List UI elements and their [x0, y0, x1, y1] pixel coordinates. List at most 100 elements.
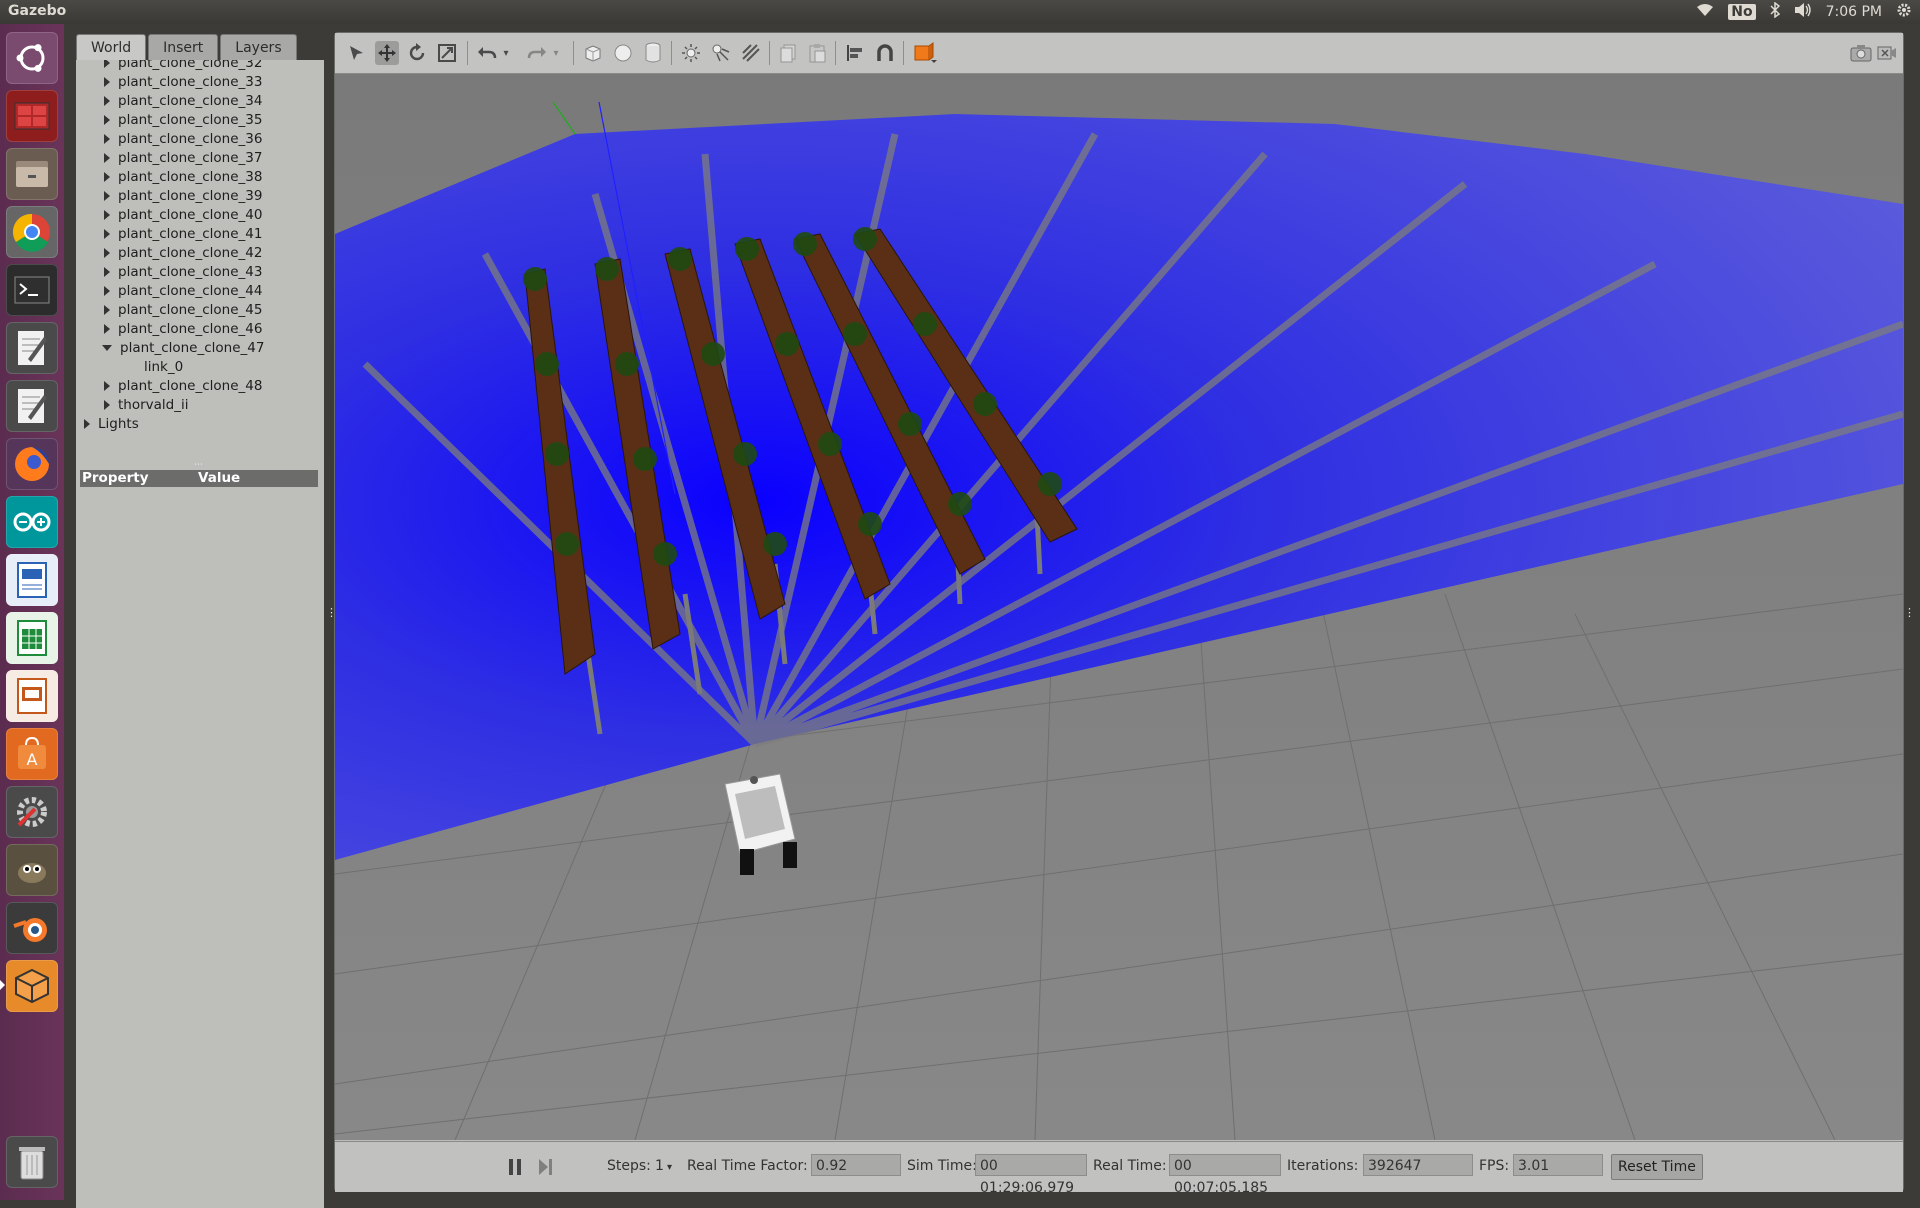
firefox-icon[interactable]	[6, 438, 58, 490]
libreoffice-impress-icon[interactable]	[6, 670, 58, 722]
blender-icon[interactable]	[6, 902, 58, 954]
system-settings-icon[interactable]	[6, 786, 58, 838]
tree-item-thorvald[interactable]: thorvald_ii	[104, 396, 189, 415]
directional-light-icon[interactable]	[739, 41, 763, 65]
splitter-handle[interactable]: ⋯	[194, 461, 203, 470]
bluetooth-icon[interactable]	[1770, 1, 1780, 22]
tree-item-plant-41[interactable]: plant_clone_clone_41	[104, 225, 262, 244]
tree-item-link-0[interactable]: link_0	[144, 358, 183, 377]
terminal-icon[interactable]	[6, 264, 58, 316]
select-arrow-icon[interactable]	[345, 41, 369, 65]
redo-history-icon[interactable]: ▾	[549, 41, 563, 65]
expand-arrow-icon[interactable]	[104, 153, 110, 163]
view-angle-icon[interactable]	[913, 41, 937, 65]
reset-time-button[interactable]: Reset Time	[1611, 1154, 1703, 1180]
paste-icon[interactable]	[805, 41, 829, 65]
tree-item-plant-47[interactable]: plant_clone_clone_47	[102, 339, 264, 358]
expand-arrow-icon[interactable]	[104, 77, 110, 87]
step-forward-icon[interactable]	[533, 1155, 557, 1179]
tree-item-plant-46[interactable]: plant_clone_clone_46	[104, 320, 262, 339]
expand-arrow-icon[interactable]	[104, 191, 110, 201]
redo-icon[interactable]	[525, 41, 549, 65]
tree-item-lights[interactable]: Lights	[84, 415, 139, 434]
files-icon[interactable]	[6, 148, 58, 200]
tree-item-plant-48[interactable]: plant_clone_clone_48	[104, 377, 262, 396]
expand-arrow-icon[interactable]	[104, 210, 110, 220]
tab-world[interactable]: World	[76, 34, 147, 61]
toolbar-separator	[835, 41, 836, 65]
workspace-icon[interactable]	[6, 90, 58, 142]
expand-arrow-icon[interactable]	[104, 134, 110, 144]
sim-time-label: Sim Time:	[907, 1158, 977, 1174]
chrome-icon[interactable]	[6, 206, 58, 258]
right-panel-collapse-handle[interactable]: ⋮	[1904, 606, 1915, 619]
collapse-arrow-icon[interactable]	[102, 345, 112, 351]
box-shape-icon[interactable]	[581, 41, 605, 65]
record-icon[interactable]	[1875, 41, 1899, 65]
tree-item-plant-32[interactable]: plant_clone_clone_32	[104, 60, 262, 73]
clock[interactable]: 7:06 PM	[1826, 4, 1882, 20]
expand-arrow-icon[interactable]	[104, 248, 110, 258]
steps-dropdown-icon[interactable]: ▾	[667, 1162, 672, 1173]
expand-arrow-icon[interactable]	[104, 400, 110, 410]
toolbar-separator	[467, 41, 468, 65]
expand-arrow-icon[interactable]	[104, 305, 110, 315]
snap-icon[interactable]	[873, 41, 897, 65]
volume-icon[interactable]	[1794, 2, 1812, 22]
tree-item-plant-35[interactable]: plant_clone_clone_35	[104, 111, 262, 130]
tab-layers[interactable]: Layers	[220, 34, 297, 61]
tree-item-plant-38[interactable]: plant_clone_clone_38	[104, 168, 262, 187]
copy-icon[interactable]	[777, 41, 801, 65]
tree-item-plant-39[interactable]: plant_clone_clone_39	[104, 187, 262, 206]
keyboard-layout-badge[interactable]: No	[1728, 4, 1756, 20]
translate-mode-icon[interactable]	[375, 41, 399, 65]
libreoffice-writer-icon[interactable]	[6, 554, 58, 606]
gimp-icon[interactable]	[6, 844, 58, 896]
ubuntu-dash-icon[interactable]	[6, 32, 58, 84]
scale-mode-icon[interactable]	[435, 41, 459, 65]
software-center-icon[interactable]: A	[6, 728, 58, 780]
trash-icon[interactable]	[6, 1136, 58, 1188]
rotate-mode-icon[interactable]	[405, 41, 429, 65]
scene-viewport[interactable]	[335, 74, 1903, 1140]
undo-history-icon[interactable]: ▾	[499, 41, 513, 65]
align-icon[interactable]	[843, 41, 867, 65]
pause-icon[interactable]	[503, 1155, 527, 1179]
wifi-icon[interactable]	[1696, 3, 1714, 21]
text-editor-icon[interactable]	[6, 322, 58, 374]
screenshot-icon[interactable]	[1849, 41, 1873, 65]
tree-item-plant-36[interactable]: plant_clone_clone_36	[104, 130, 262, 149]
expand-arrow-icon[interactable]	[104, 115, 110, 125]
svg-text:A: A	[27, 750, 38, 769]
tree-item-plant-33[interactable]: plant_clone_clone_33	[104, 73, 262, 92]
libreoffice-calc-icon[interactable]	[6, 612, 58, 664]
left-panel-collapse-handle[interactable]: ⋮	[326, 606, 337, 619]
expand-arrow-icon[interactable]	[104, 324, 110, 334]
steps-value[interactable]: 1	[655, 1158, 664, 1174]
sphere-shape-icon[interactable]	[611, 41, 635, 65]
tree-item-plant-44[interactable]: plant_clone_clone_44	[104, 282, 262, 301]
expand-arrow-icon[interactable]	[104, 267, 110, 277]
point-light-icon[interactable]	[679, 41, 703, 65]
text-editor-2-icon[interactable]	[6, 380, 58, 432]
tree-item-plant-37[interactable]: plant_clone_clone_37	[104, 149, 262, 168]
tree-item-plant-34[interactable]: plant_clone_clone_34	[104, 92, 262, 111]
spot-light-icon[interactable]	[709, 41, 733, 65]
expand-arrow-icon[interactable]	[104, 286, 110, 296]
expand-arrow-icon[interactable]	[84, 419, 90, 429]
tree-item-plant-40[interactable]: plant_clone_clone_40	[104, 206, 262, 225]
tree-item-plant-43[interactable]: plant_clone_clone_43	[104, 263, 262, 282]
expand-arrow-icon[interactable]	[104, 381, 110, 391]
cylinder-shape-icon[interactable]	[641, 41, 665, 65]
expand-arrow-icon[interactable]	[104, 229, 110, 239]
expand-arrow-icon[interactable]	[104, 172, 110, 182]
undo-icon[interactable]	[475, 41, 499, 65]
expand-arrow-icon[interactable]	[104, 96, 110, 106]
tab-insert[interactable]: Insert	[148, 34, 219, 61]
arduino-icon[interactable]	[6, 496, 58, 548]
gear-icon[interactable]	[1896, 2, 1912, 22]
expand-arrow-icon[interactable]	[104, 60, 110, 68]
gazebo-icon[interactable]	[6, 960, 58, 1012]
tree-item-plant-42[interactable]: plant_clone_clone_42	[104, 244, 262, 263]
tree-item-plant-45[interactable]: plant_clone_clone_45	[104, 301, 262, 320]
